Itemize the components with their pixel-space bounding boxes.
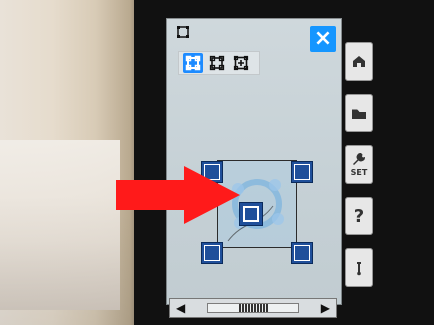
right-arrow-icon[interactable]: ▶ [321, 301, 330, 315]
frame-icon [176, 24, 190, 38]
red-arrow-annotation [116, 166, 240, 224]
handle-top-right[interactable] [291, 161, 313, 183]
settings-button[interactable]: SET [345, 145, 373, 184]
folder-button[interactable] [345, 93, 373, 133]
frame-mode-3-button[interactable] [231, 53, 251, 73]
wrench-icon [353, 153, 366, 166]
close-label: × [313, 26, 333, 51]
side-button-column: SET ? [345, 42, 373, 287]
help-button[interactable]: ? [345, 196, 373, 236]
needle-icon [357, 261, 361, 275]
frame-mode-toolbar [178, 51, 260, 75]
help-icon: ? [353, 205, 365, 227]
settings-label: SET [350, 168, 368, 178]
left-arrow-icon[interactable]: ◀ [176, 301, 185, 315]
frame-mode-2-button[interactable] [207, 53, 227, 73]
handle-bottom-left[interactable] [201, 242, 223, 264]
scroll-track[interactable] [207, 303, 299, 313]
close-button[interactable]: × [310, 26, 336, 52]
frame-mode-3-icon [233, 55, 249, 71]
home-icon [353, 56, 365, 68]
frame-mode-1-icon [185, 55, 201, 71]
home-button[interactable] [345, 42, 373, 81]
bottom-scroll-bar[interactable]: ◀ ▶ [169, 298, 337, 318]
needle-button[interactable] [345, 248, 373, 287]
frame-mode-1-button[interactable] [183, 53, 203, 73]
frame-mode-2-icon [209, 55, 225, 71]
handle-bottom-right[interactable] [291, 242, 313, 264]
folder-icon [352, 109, 366, 119]
